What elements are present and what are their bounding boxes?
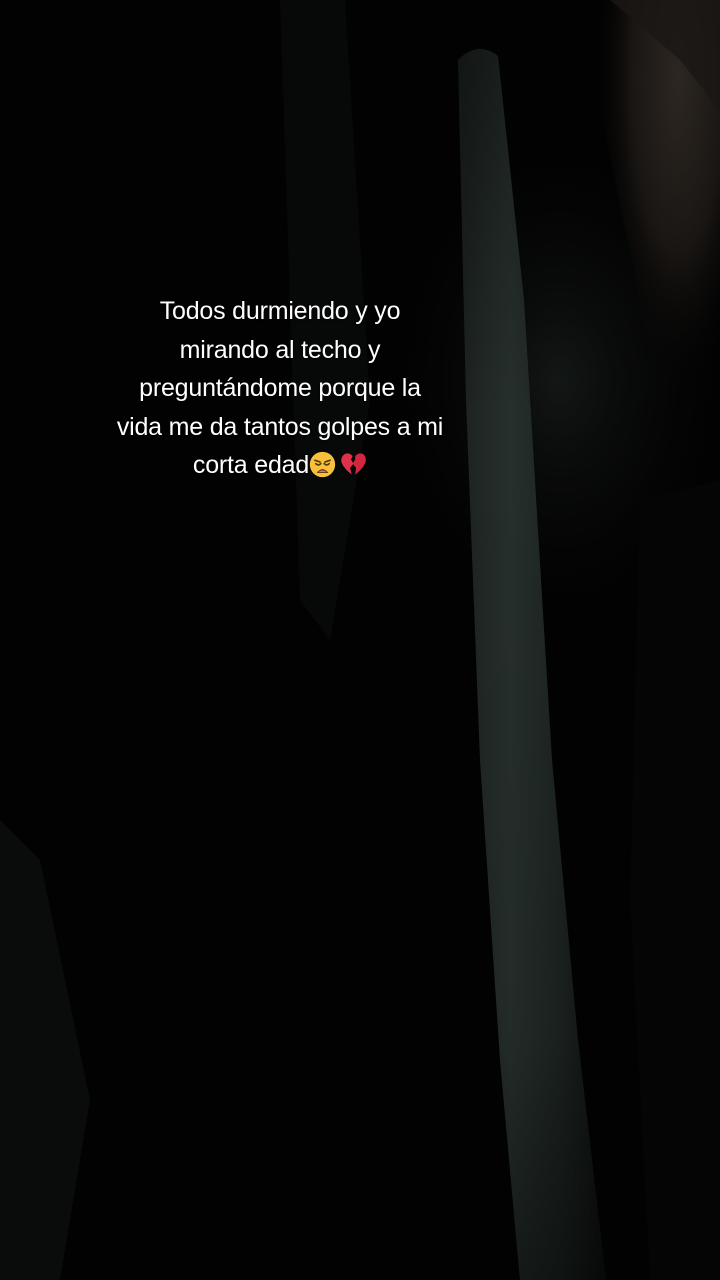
caption-line: vida me da tantos golpes a mi (116, 412, 444, 441)
caption-line: mirando al techo y (179, 335, 381, 364)
caption-line: corta edad (192, 451, 310, 479)
weary-face-icon (309, 451, 336, 478)
video-frame: Todos durmiendo y yo mirando al techo y … (0, 0, 720, 1280)
background-photo (0, 0, 720, 1280)
caption-line-last: corta edad (110, 446, 450, 485)
caption-text: Todos durmiendo y yo mirando al techo y … (110, 292, 450, 485)
caption-line: Todos durmiendo y yo (159, 297, 401, 325)
broken-heart-icon (341, 453, 366, 475)
caption-line: preguntándome porque la (139, 374, 421, 402)
